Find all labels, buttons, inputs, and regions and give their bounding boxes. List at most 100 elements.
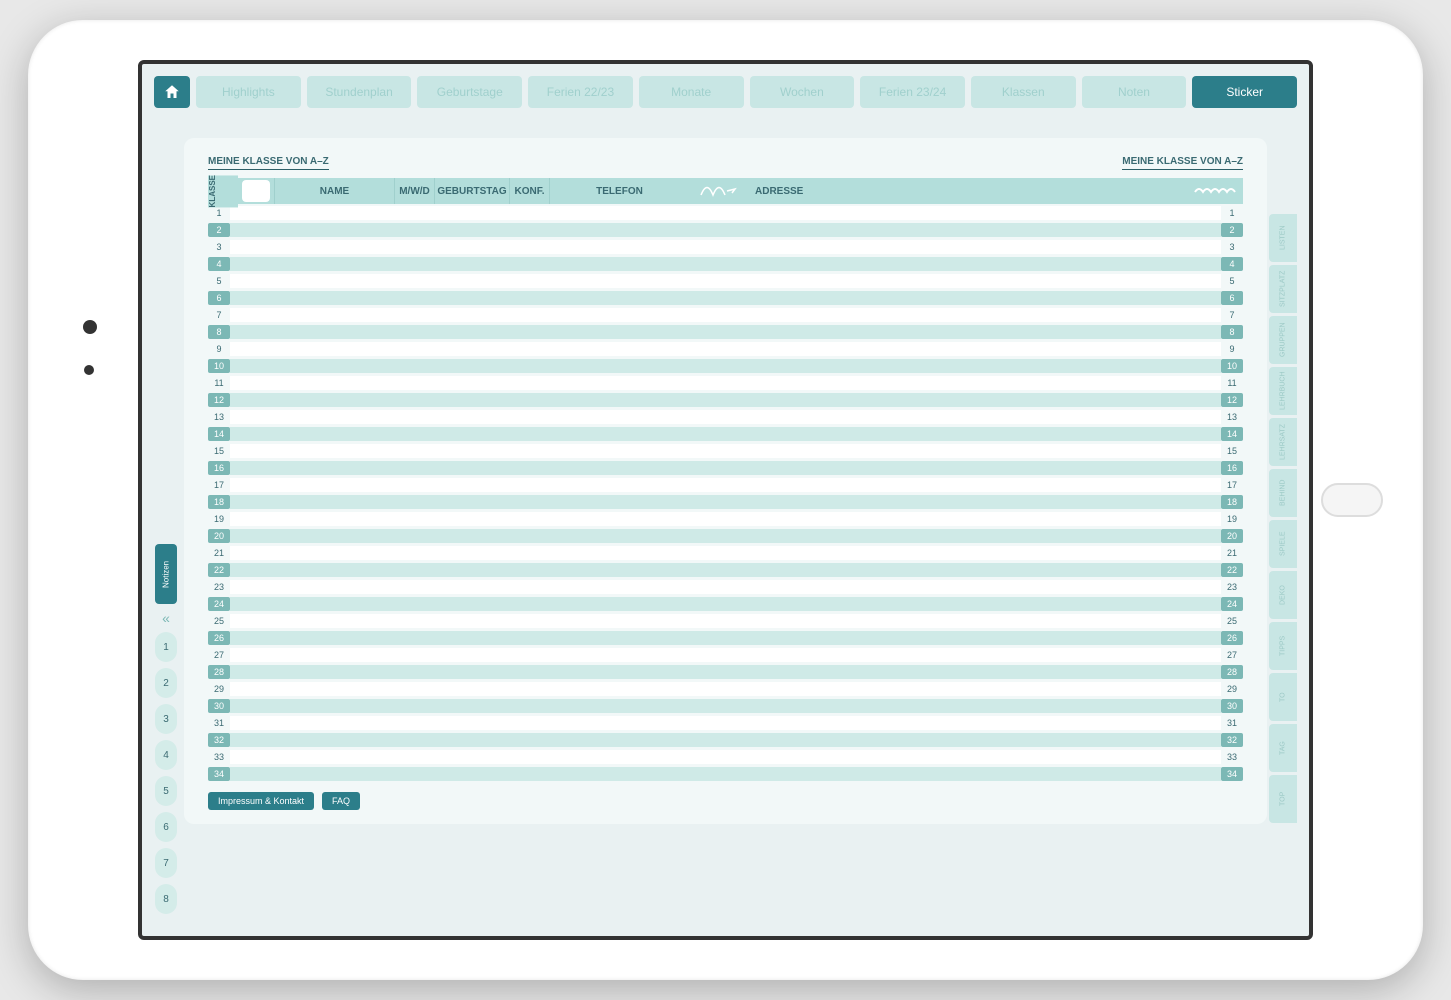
impressum-button[interactable]: Impressum & Kontakt [208, 792, 314, 810]
right-tab[interactable]: LEHRSATZ [1269, 418, 1297, 466]
table-row[interactable]: 2020 [208, 527, 1243, 544]
row-body[interactable] [230, 308, 1221, 322]
left-tab-5[interactable]: 5 [155, 776, 177, 806]
row-body[interactable] [230, 257, 1221, 271]
right-tab[interactable]: TOP [1269, 775, 1297, 823]
nav-klassen[interactable]: Klassen [971, 76, 1076, 108]
table-row[interactable]: 1212 [208, 391, 1243, 408]
klasse-chip[interactable] [242, 180, 270, 202]
table-row[interactable]: 2424 [208, 595, 1243, 612]
row-body[interactable] [230, 563, 1221, 577]
row-body[interactable] [230, 648, 1221, 662]
row-body[interactable] [230, 631, 1221, 645]
row-body[interactable] [230, 767, 1221, 781]
table-row[interactable]: 33 [208, 238, 1243, 255]
table-row[interactable]: 2727 [208, 646, 1243, 663]
table-row[interactable]: 2323 [208, 578, 1243, 595]
table-row[interactable]: 1515 [208, 442, 1243, 459]
row-body[interactable] [230, 597, 1221, 611]
row-body[interactable] [230, 529, 1221, 543]
nav-noten[interactable]: Noten [1082, 76, 1187, 108]
nav-monate[interactable]: Monate [639, 76, 744, 108]
row-body[interactable] [230, 410, 1221, 424]
row-body[interactable] [230, 223, 1221, 237]
row-body[interactable] [230, 512, 1221, 526]
nav-ferien-23-24[interactable]: Ferien 23/24 [860, 76, 965, 108]
row-body[interactable] [230, 478, 1221, 492]
table-row[interactable]: 1010 [208, 357, 1243, 374]
right-tab[interactable]: GRUPPEN [1269, 316, 1297, 364]
table-row[interactable]: 1717 [208, 476, 1243, 493]
table-row[interactable]: 1919 [208, 510, 1243, 527]
row-body[interactable] [230, 393, 1221, 407]
table-row[interactable]: 3333 [208, 748, 1243, 765]
left-tab-3[interactable]: 3 [155, 704, 177, 734]
left-tab-notizen[interactable]: Notizen [155, 544, 177, 604]
row-body[interactable] [230, 274, 1221, 288]
left-tab-1[interactable]: 1 [155, 632, 177, 662]
table-row[interactable]: 77 [208, 306, 1243, 323]
nav-highlights[interactable]: Highlights [196, 76, 301, 108]
left-tab-6[interactable]: 6 [155, 812, 177, 842]
left-tab-7[interactable]: 7 [155, 848, 177, 878]
row-body[interactable] [230, 699, 1221, 713]
row-body[interactable] [230, 342, 1221, 356]
table-row[interactable]: 99 [208, 340, 1243, 357]
faq-button[interactable]: FAQ [322, 792, 360, 810]
table-row[interactable]: 1414 [208, 425, 1243, 442]
table-row[interactable]: 2121 [208, 544, 1243, 561]
table-row[interactable]: 11 [208, 204, 1243, 221]
row-body[interactable] [230, 291, 1221, 305]
table-row[interactable]: 44 [208, 255, 1243, 272]
table-row[interactable]: 2929 [208, 680, 1243, 697]
right-tab[interactable]: TIPPS [1269, 622, 1297, 670]
left-tab-chevron[interactable]: « [155, 610, 177, 626]
table-row[interactable]: 3434 [208, 765, 1243, 782]
row-body[interactable] [230, 546, 1221, 560]
left-tab-2[interactable]: 2 [155, 668, 177, 698]
nav-wochen[interactable]: Wochen [750, 76, 855, 108]
row-body[interactable] [230, 206, 1221, 220]
table-row[interactable]: 3232 [208, 731, 1243, 748]
table-row[interactable]: 66 [208, 289, 1243, 306]
right-tab[interactable]: BEHIND [1269, 469, 1297, 517]
table-row[interactable]: 1616 [208, 459, 1243, 476]
row-body[interactable] [230, 325, 1221, 339]
nav-geburtstage[interactable]: Geburtstage [417, 76, 522, 108]
left-tab-4[interactable]: 4 [155, 740, 177, 770]
right-tab[interactable]: LEHRBUCH [1269, 367, 1297, 415]
right-tab[interactable]: TO [1269, 673, 1297, 721]
table-row[interactable]: 88 [208, 323, 1243, 340]
right-tab[interactable]: SPIELE [1269, 520, 1297, 568]
table-row[interactable]: 22 [208, 221, 1243, 238]
right-tab[interactable]: TAG [1269, 724, 1297, 772]
right-tab[interactable]: SITZPLATZ [1269, 265, 1297, 313]
table-row[interactable]: 55 [208, 272, 1243, 289]
nav-sticker[interactable]: Sticker [1192, 76, 1297, 108]
table-row[interactable]: 2626 [208, 629, 1243, 646]
row-body[interactable] [230, 444, 1221, 458]
row-body[interactable] [230, 376, 1221, 390]
table-row[interactable]: 2828 [208, 663, 1243, 680]
row-body[interactable] [230, 665, 1221, 679]
table-row[interactable]: 1111 [208, 374, 1243, 391]
row-body[interactable] [230, 614, 1221, 628]
left-tab-8[interactable]: 8 [155, 884, 177, 914]
row-body[interactable] [230, 240, 1221, 254]
row-body[interactable] [230, 495, 1221, 509]
home-button[interactable] [1321, 483, 1383, 517]
table-row[interactable]: 3131 [208, 714, 1243, 731]
row-body[interactable] [230, 461, 1221, 475]
row-body[interactable] [230, 716, 1221, 730]
nav-home[interactable] [154, 76, 190, 108]
row-body[interactable] [230, 750, 1221, 764]
right-tab[interactable]: DEKO [1269, 571, 1297, 619]
nav-ferien-22-23[interactable]: Ferien 22/23 [528, 76, 633, 108]
table-row[interactable]: 1818 [208, 493, 1243, 510]
table-row[interactable]: 2525 [208, 612, 1243, 629]
row-body[interactable] [230, 682, 1221, 696]
nav-stundenplan[interactable]: Stundenplan [307, 76, 412, 108]
row-body[interactable] [230, 359, 1221, 373]
table-row[interactable]: 3030 [208, 697, 1243, 714]
row-body[interactable] [230, 427, 1221, 441]
